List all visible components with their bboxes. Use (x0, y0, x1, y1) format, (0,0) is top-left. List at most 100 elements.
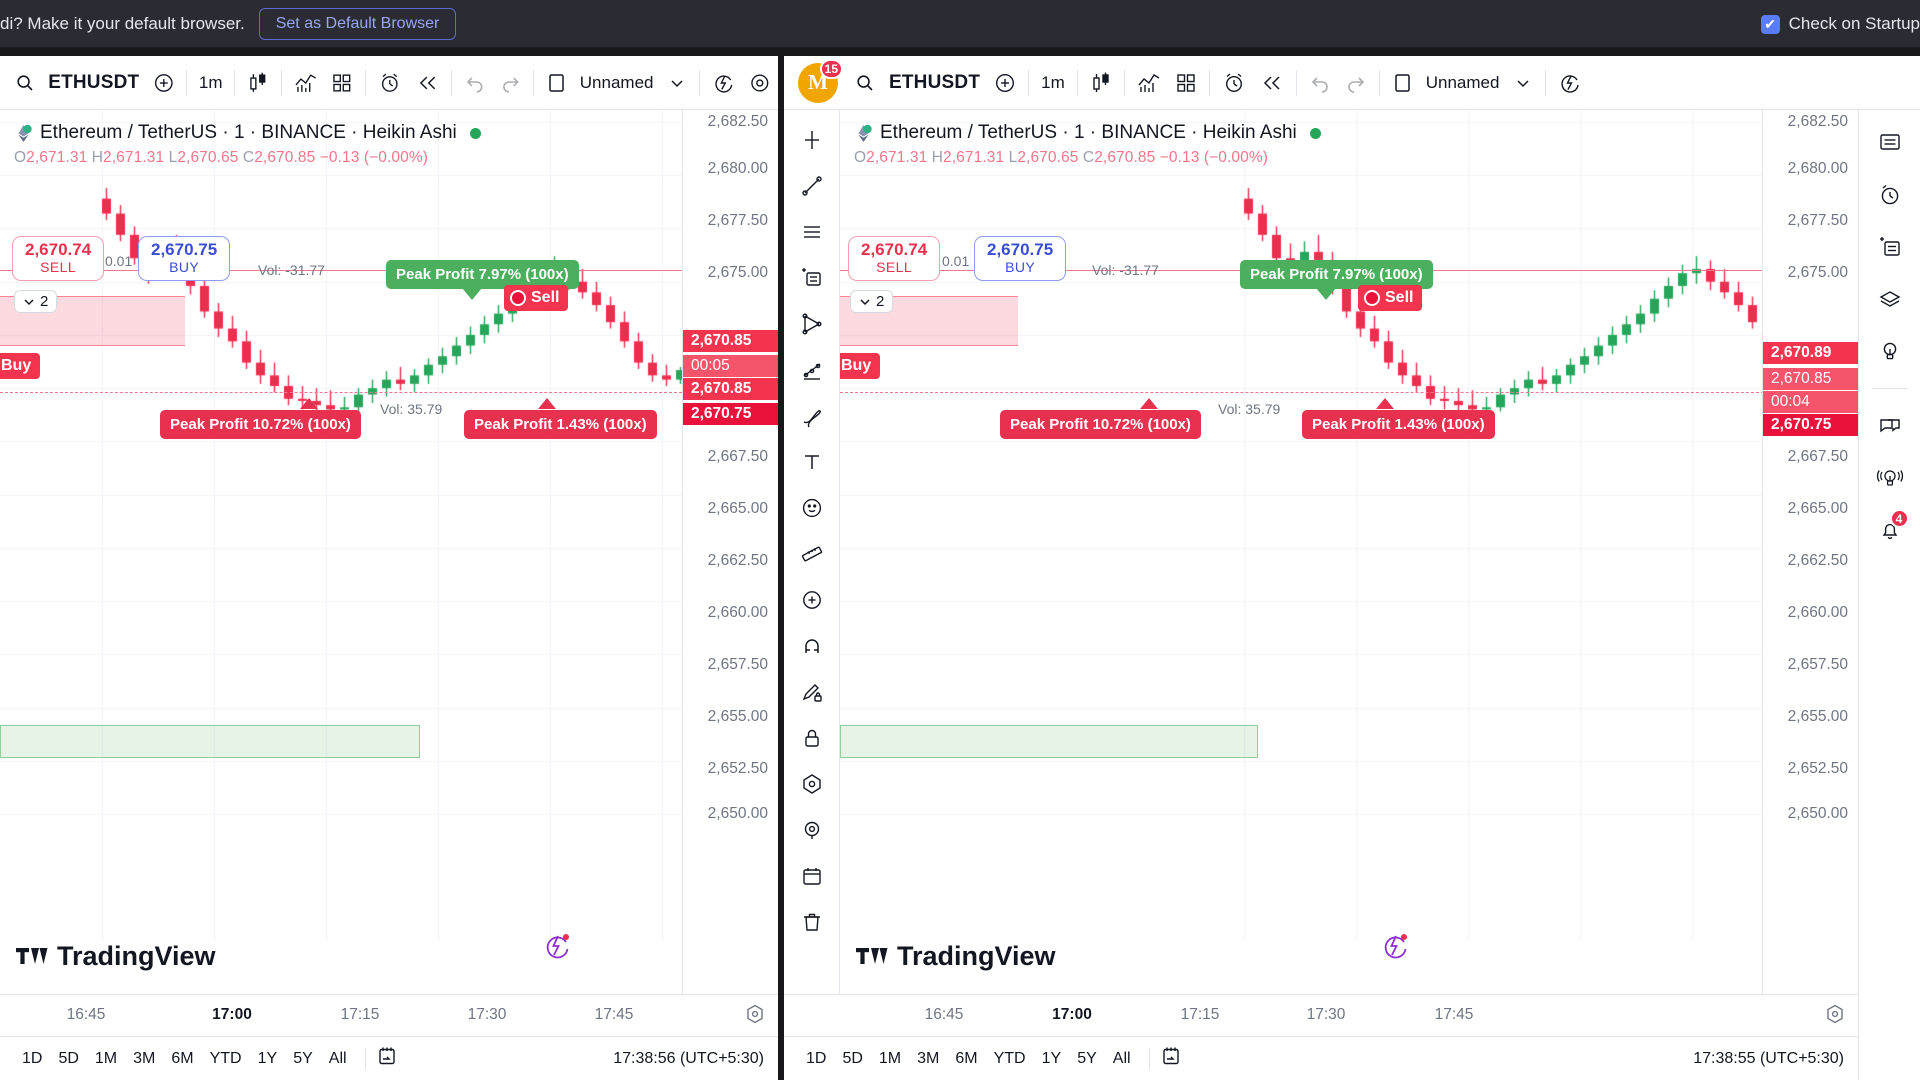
undo-icon[interactable] (457, 64, 493, 102)
range-1d[interactable]: 1D (798, 1046, 834, 1072)
buy-trade-badge[interactable]: Buy (0, 353, 41, 379)
goto-date-icon[interactable] (376, 1045, 398, 1072)
chart-plot-right[interactable]: Ethereum / TetherUS · 1 · BINANCE · Heik… (840, 110, 1824, 1080)
lock-drawings-icon[interactable] (790, 716, 834, 760)
layout-name-button[interactable]: Unnamed (1419, 64, 1507, 102)
time-settings-icon[interactable] (1824, 1003, 1846, 1030)
chat-icon[interactable] (1867, 403, 1913, 449)
measure-ruler-icon[interactable] (790, 532, 834, 576)
indicators-icon[interactable] (1130, 64, 1168, 102)
buy-order-pill[interactable]: 2,670.75 BUY (974, 236, 1067, 282)
sell-trade-badge[interactable]: Sell (504, 285, 569, 311)
redo-icon[interactable] (493, 64, 529, 102)
range-1m[interactable]: 1M (87, 1046, 125, 1072)
plus-circle-icon[interactable] (987, 64, 1023, 102)
layout-square-icon[interactable] (539, 64, 573, 102)
undo-icon[interactable] (1302, 64, 1338, 102)
collapse-orders-chip[interactable]: 2 (14, 290, 58, 313)
range-5d[interactable]: 5D (50, 1046, 86, 1072)
redo-icon[interactable] (1338, 64, 1374, 102)
gear-icon[interactable] (742, 64, 778, 102)
time-settings-icon[interactable] (744, 1003, 766, 1030)
pencil-lock-icon[interactable] (790, 670, 834, 714)
layout-square-icon[interactable] (1385, 64, 1419, 102)
search-icon[interactable] (8, 64, 42, 102)
range-6m[interactable]: 6M (163, 1046, 201, 1072)
buy-trade-badge[interactable]: Buy (840, 353, 881, 379)
indicators-icon[interactable] (287, 64, 325, 102)
range-ytd[interactable]: YTD (202, 1046, 250, 1072)
notifications-bell-icon[interactable]: 4 (1867, 507, 1913, 553)
brush-icon[interactable] (790, 394, 834, 438)
replay-rewind-icon[interactable] (1253, 64, 1291, 102)
gann-fan-icon[interactable] (790, 348, 834, 392)
range-5y[interactable]: 5Y (285, 1046, 321, 1072)
set-as-default-browser-button[interactable]: Set as Default Browser (258, 7, 457, 40)
bolt-circle-icon[interactable] (1551, 64, 1589, 102)
sell-order-pill[interactable]: 2,670.74 SELL (848, 236, 941, 282)
calendar-icon[interactable] (790, 854, 834, 898)
text-tool-icon[interactable] (790, 440, 834, 484)
note-anchored-icon[interactable] (790, 256, 834, 300)
symbol-button[interactable]: ETHUSDT (42, 64, 146, 102)
plus-circle-icon[interactable] (146, 64, 182, 102)
bolt-circle-icon[interactable] (705, 64, 743, 102)
check-on-startup-group[interactable]: ✔ Check on Startup (1760, 0, 1920, 48)
broadcast-bulb-icon[interactable] (1867, 455, 1913, 501)
account-avatar[interactable]: M 15 (798, 58, 843, 103)
alarm-clock-icon[interactable] (371, 64, 409, 102)
trash-icon[interactable] (790, 900, 834, 944)
sell-order-pill[interactable]: 2,670.74 SELL (12, 236, 105, 282)
zoom-in-icon[interactable] (790, 578, 834, 622)
range-1y[interactable]: 1Y (250, 1046, 286, 1072)
interval-button[interactable]: 1m (1034, 64, 1072, 102)
data-window-icon[interactable] (1867, 224, 1913, 270)
magnet-icon[interactable] (790, 624, 834, 668)
pulse-bolt-icon[interactable] (1378, 929, 1412, 968)
chevron-down-icon[interactable] (1506, 64, 1540, 102)
price-scale-left[interactable]: 2,682.50 2,680.00 2,677.50 2,675.00 2,67… (682, 110, 778, 1080)
alarm-clock-icon[interactable] (1215, 64, 1253, 102)
range-3m[interactable]: 3M (125, 1046, 163, 1072)
range-all[interactable]: All (1105, 1046, 1139, 1072)
layout-name-button[interactable]: Unnamed (573, 64, 659, 102)
alerts-clock-icon[interactable] (1867, 172, 1913, 218)
collapse-orders-chip[interactable]: 2 (850, 290, 894, 313)
hotlist-layers-icon[interactable] (1867, 276, 1913, 322)
range-6m[interactable]: 6M (947, 1046, 985, 1072)
grid-layout-icon[interactable] (1168, 64, 1204, 102)
interval-button[interactable]: 1m (192, 64, 229, 102)
range-ytd[interactable]: YTD (986, 1046, 1034, 1072)
buy-order-pill[interactable]: 2,670.75 BUY (138, 236, 231, 282)
objects-tree-icon[interactable] (790, 808, 834, 852)
grid-layout-icon[interactable] (324, 64, 360, 102)
pulse-bolt-icon[interactable] (540, 929, 574, 968)
range-1y[interactable]: 1Y (1034, 1046, 1070, 1072)
symbol-button[interactable]: ETHUSDT (882, 64, 987, 102)
emoji-sticker-icon[interactable] (790, 486, 834, 530)
search-icon[interactable] (848, 64, 882, 102)
candle-style-icon[interactable] (1083, 64, 1119, 102)
time-scale-left[interactable]: 16:45 17:00 17:15 17:30 17:45 (0, 994, 778, 1036)
range-1d[interactable]: 1D (14, 1046, 50, 1072)
price-scale-right[interactable]: 2,682.50 2,680.00 2,677.50 2,675.00 2,67… (1762, 110, 1858, 1080)
watchlist-icon[interactable] (1867, 120, 1913, 166)
time-scale-right[interactable]: 16:45 17:00 17:15 17:30 17:45 (784, 994, 1858, 1036)
trend-line-icon[interactable] (790, 164, 834, 208)
range-3m[interactable]: 3M (909, 1046, 947, 1072)
fork-pitchfork-icon[interactable] (790, 302, 834, 346)
range-5d[interactable]: 5D (834, 1046, 870, 1072)
range-all[interactable]: All (321, 1046, 355, 1072)
horizontal-lines-icon[interactable] (790, 210, 834, 254)
replay-rewind-icon[interactable] (409, 64, 447, 102)
ideas-bulb-icon[interactable] (1867, 328, 1913, 374)
peak-profit-red-tag-1[interactable]: Peak Profit 10.72% (100x) (1000, 410, 1201, 439)
sell-trade-badge[interactable]: Sell (1358, 285, 1423, 311)
chevron-down-icon[interactable] (660, 64, 694, 102)
candle-style-icon[interactable] (240, 64, 276, 102)
hide-drawings-icon[interactable] (790, 762, 834, 806)
goto-date-icon[interactable] (1160, 1045, 1182, 1072)
crosshair-cursor-icon[interactable] (790, 118, 834, 162)
range-5y[interactable]: 5Y (1069, 1046, 1105, 1072)
peak-profit-red-tag-2[interactable]: Peak Profit 1.43% (100x) (1302, 410, 1495, 439)
